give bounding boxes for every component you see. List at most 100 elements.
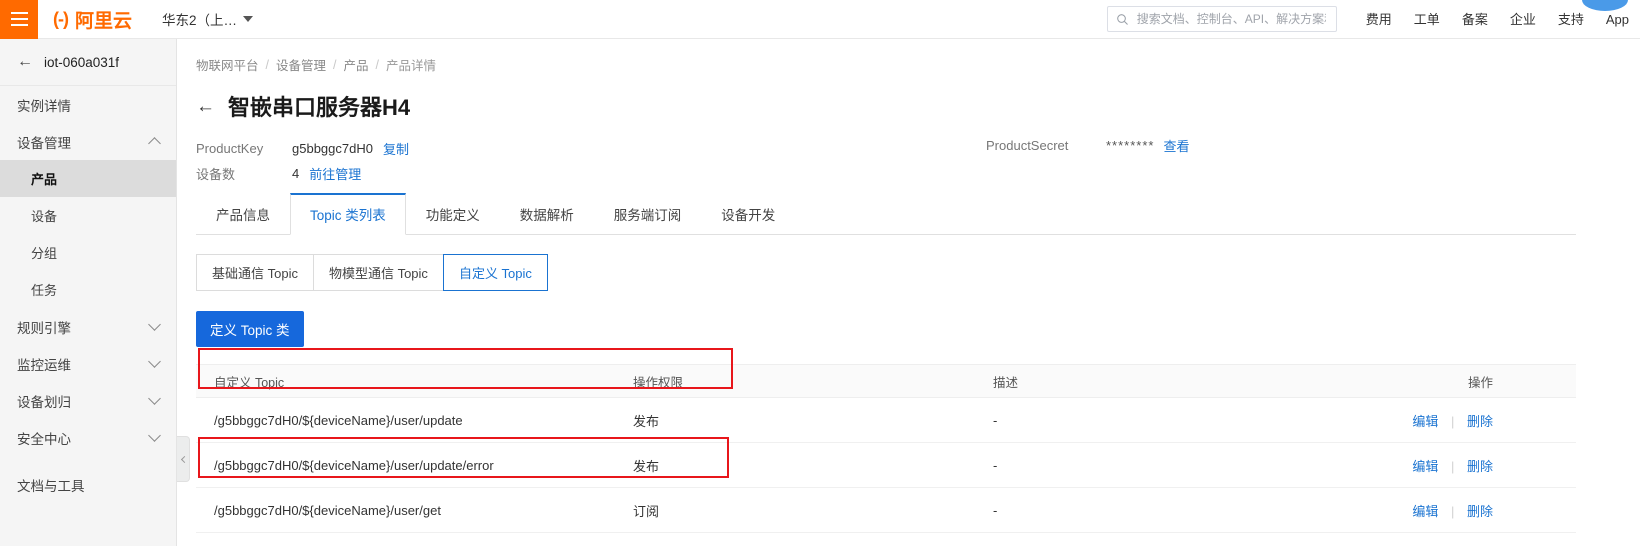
edit-link[interactable]: 编辑 xyxy=(1412,504,1438,519)
cell-topic: /g5bbggc7dH0/${deviceName}/user/update xyxy=(196,413,633,428)
cell-description: - xyxy=(993,413,1253,428)
top-header-bar: (-) 阿里云 华东2（上… 费用 工单 备案 企业 支持 App xyxy=(0,0,1640,39)
breadcrumb-item-device-management[interactable]: 设备管理 xyxy=(276,55,326,74)
sidebar-item-label: 监控运维 xyxy=(17,354,71,374)
tab-product-info[interactable]: 产品信息 xyxy=(196,193,290,235)
view-product-secret-link[interactable]: 查看 xyxy=(1163,136,1189,155)
global-search-box[interactable] xyxy=(1107,6,1337,32)
product-key-value: g5bbggc7dH0 xyxy=(292,141,373,156)
product-secret-row: ProductSecret ******** 查看 xyxy=(986,136,1190,155)
custom-topic-table: 自定义 Topic 操作权限 描述 操作 /g5bbggc7dH0/${devi… xyxy=(196,364,1576,533)
sidebar: ← iot-060a031f 实例详情 设备管理 产品 设备 分组 任务 规则引… xyxy=(0,39,177,546)
cell-actions: 编辑 | 删除 xyxy=(1253,456,1553,475)
sidebar-collapse-handle[interactable] xyxy=(177,436,190,482)
page-title: 智嵌串口服务器H4 xyxy=(228,90,410,122)
action-separator: | xyxy=(1451,414,1454,429)
define-topic-class-button[interactable]: 定义 Topic 类 xyxy=(196,311,304,347)
sidebar-group-rule-engine[interactable]: 规则引擎 xyxy=(0,308,176,345)
sidebar-item-tasks[interactable]: 任务 xyxy=(0,271,176,308)
breadcrumb: 物联网平台 / 设备管理 / 产品 / 产品详情 xyxy=(196,39,1640,74)
table-row: /g5bbggc7dH0/${deviceName}/user/update 发… xyxy=(196,398,1576,443)
arrow-left-icon: ← xyxy=(17,54,33,70)
sidebar-item-label: 产品 xyxy=(31,169,57,188)
sidebar-item-groups[interactable]: 分组 xyxy=(0,234,176,271)
sidebar-group-device-transfer[interactable]: 设备划归 xyxy=(0,382,176,419)
tab-server-subscription[interactable]: 服务端订阅 xyxy=(594,193,702,235)
copy-product-key-link[interactable]: 复制 xyxy=(383,139,409,158)
product-key-row: ProductKey g5bbggc7dH0 复制 xyxy=(196,136,1640,161)
cell-description: - xyxy=(993,458,1253,473)
cell-description: - xyxy=(993,503,1253,518)
edit-link[interactable]: 编辑 xyxy=(1412,459,1438,474)
column-header-permission: 操作权限 xyxy=(633,372,993,391)
cell-topic: /g5bbggc7dH0/${deviceName}/user/update/e… xyxy=(196,458,633,473)
topic-type-subtabs: 基础通信 Topic 物模型通信 Topic 自定义 Topic xyxy=(196,254,1640,291)
cell-topic: /g5bbggc7dH0/${deviceName}/user/get xyxy=(196,503,633,518)
cell-actions: 编辑 | 删除 xyxy=(1253,501,1553,520)
column-header-topic: 自定义 Topic xyxy=(196,372,633,391)
sidebar-item-label: 设备 xyxy=(31,206,57,225)
region-selector[interactable]: 华东2（上… xyxy=(162,9,253,29)
sidebar-item-label: 安全中心 xyxy=(17,428,71,448)
sidebar-group-monitor-ops[interactable]: 监控运维 xyxy=(0,345,176,382)
edit-link[interactable]: 编辑 xyxy=(1412,414,1438,429)
column-header-description: 描述 xyxy=(993,372,1253,391)
sidebar-item-label: 任务 xyxy=(31,280,57,299)
sidebar-group-security-center[interactable]: 安全中心 xyxy=(0,419,176,456)
chevron-down-icon xyxy=(148,429,161,442)
tab-data-parsing[interactable]: 数据解析 xyxy=(500,193,594,235)
sidebar-item-devices[interactable]: 设备 xyxy=(0,197,176,234)
tab-topic-list[interactable]: Topic 类列表 xyxy=(290,193,406,235)
aliyun-logo-mark: (-) xyxy=(53,9,68,30)
delete-link[interactable]: 删除 xyxy=(1467,414,1493,429)
breadcrumb-item-products[interactable]: 产品 xyxy=(344,55,369,74)
chevron-down-icon xyxy=(148,392,161,405)
sidebar-item-instance-detail[interactable]: 实例详情 xyxy=(0,86,176,123)
cell-permission: 发布 xyxy=(633,456,993,475)
chevron-down-icon xyxy=(148,318,161,331)
nav-link-enterprise[interactable]: 企业 xyxy=(1499,0,1547,39)
nav-link-app[interactable]: App xyxy=(1595,0,1640,39)
product-detail-tabs: 产品信息 Topic 类列表 功能定义 数据解析 服务端订阅 设备开发 xyxy=(196,192,1576,235)
aliyun-logo[interactable]: (-) 阿里云 xyxy=(53,6,132,33)
subtab-custom-topic[interactable]: 自定义 Topic xyxy=(443,254,548,291)
nav-link-ticket[interactable]: 工单 xyxy=(1403,0,1451,39)
hamburger-menu-icon[interactable] xyxy=(0,0,38,39)
go-to-management-link[interactable]: 前往管理 xyxy=(309,164,361,183)
main-content: 物联网平台 / 设备管理 / 产品 / 产品详情 ← 智嵌串口服务器H4 Pro… xyxy=(178,39,1640,546)
table-row: /g5bbggc7dH0/${deviceName}/user/get 订阅 -… xyxy=(196,488,1576,533)
table-row: /g5bbggc7dH0/${deviceName}/user/update/e… xyxy=(196,443,1576,488)
breadcrumb-separator: / xyxy=(266,58,269,72)
search-icon xyxy=(1116,13,1129,26)
table-header-row: 自定义 Topic 操作权限 描述 操作 xyxy=(196,364,1576,398)
sidebar-instance-header[interactable]: ← iot-060a031f xyxy=(0,39,176,86)
sidebar-item-products[interactable]: 产品 xyxy=(0,160,176,197)
cell-actions: 编辑 | 删除 xyxy=(1253,411,1553,430)
device-count-value: 4 xyxy=(292,166,299,181)
sidebar-group-device-management[interactable]: 设备管理 xyxy=(0,123,176,160)
column-header-actions: 操作 xyxy=(1253,372,1553,391)
tab-function-definition[interactable]: 功能定义 xyxy=(406,193,500,235)
breadcrumb-separator: / xyxy=(333,58,336,72)
search-input[interactable] xyxy=(1135,11,1328,27)
breadcrumb-separator: / xyxy=(376,58,379,72)
sidebar-item-label: 设备管理 xyxy=(17,132,71,152)
delete-link[interactable]: 删除 xyxy=(1467,459,1493,474)
tab-device-development[interactable]: 设备开发 xyxy=(701,193,795,235)
chevron-down-icon xyxy=(243,16,253,22)
action-separator: | xyxy=(1451,459,1454,474)
product-secret-label: ProductSecret xyxy=(986,138,1106,153)
chevron-up-icon xyxy=(148,137,161,150)
subtab-basic-communication-topic[interactable]: 基础通信 Topic xyxy=(196,254,314,291)
nav-link-icp[interactable]: 备案 xyxy=(1451,0,1499,39)
nav-link-fee[interactable]: 费用 xyxy=(1355,0,1403,39)
nav-link-support[interactable]: 支持 xyxy=(1547,0,1595,39)
page-root: (-) 阿里云 华东2（上… 费用 工单 备案 企业 支持 App xyxy=(0,0,1640,546)
sidebar-item-label: 分组 xyxy=(31,243,57,262)
aliyun-logo-text: 阿里云 xyxy=(75,6,132,33)
breadcrumb-item-iot-platform[interactable]: 物联网平台 xyxy=(196,55,259,74)
subtab-tsl-communication-topic[interactable]: 物模型通信 Topic xyxy=(313,254,444,291)
page-back-arrow-icon[interactable]: ← xyxy=(196,97,215,116)
delete-link[interactable]: 删除 xyxy=(1467,504,1493,519)
sidebar-item-docs-tools[interactable]: 文档与工具 xyxy=(0,466,176,503)
